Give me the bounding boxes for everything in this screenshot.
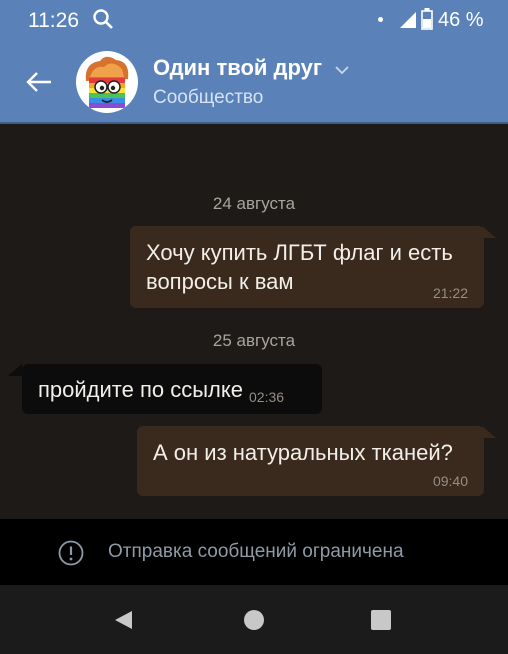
message-bubble-outgoing[interactable]: Хочу купить ЛГБТ флаг и есть вопросы к в…: [130, 226, 484, 308]
restriction-text: Отправка сообщений ограничена: [108, 541, 404, 562]
message-text: А он из натуральных тканей?: [153, 440, 453, 465]
message-time: 09:40: [432, 473, 468, 489]
chat-title-block[interactable]: Один твой друг Сообщество: [153, 55, 349, 109]
date-separator: 24 августа: [212, 194, 296, 213]
chat-header: Один твой друг Сообщество: [0, 40, 508, 124]
info-icon: [58, 540, 84, 572]
message-bubble-incoming[interactable]: пройдите по ссылке 02:36: [22, 364, 322, 414]
chat-subtitle: Сообщество: [153, 87, 264, 108]
message-text: пройдите по ссылке: [38, 377, 243, 402]
bubble-tail: [482, 426, 496, 438]
notification-dot: [378, 17, 383, 22]
bubble-tail: [8, 364, 22, 376]
battery-percent: 46 %: [438, 9, 484, 31]
message-text: Хочу купить ЛГБТ флаг и есть вопросы к в…: [146, 240, 453, 294]
back-triangle-icon[interactable]: [112, 609, 134, 636]
message-time: 21:22: [432, 285, 468, 301]
search-icon: [92, 8, 114, 36]
avatar[interactable]: [76, 51, 138, 113]
message-list[interactable]: 24 августа Хочу купить ЛГБТ флаг и есть …: [0, 124, 508, 519]
status-bar: 11:26 46 %: [0, 0, 508, 40]
message-time: 02:36: [249, 389, 285, 405]
system-nav-bar: [0, 585, 508, 654]
bubble-tail: [482, 226, 496, 238]
back-arrow-icon[interactable]: [24, 67, 54, 102]
recents-square-icon[interactable]: [370, 609, 392, 636]
home-circle-icon[interactable]: [243, 609, 265, 636]
chat-title: Один твой друг: [153, 55, 323, 80]
messaging-restricted-banner: Отправка сообщений ограничена: [0, 519, 508, 585]
battery-icon: [421, 8, 433, 36]
chevron-down-icon: [334, 62, 349, 80]
message-bubble-outgoing[interactable]: А он из натуральных тканей? 09:40: [137, 426, 484, 496]
date-separator: 25 августа: [212, 331, 296, 350]
status-time: 11:26: [28, 9, 79, 32]
signal-icon: [398, 9, 418, 35]
